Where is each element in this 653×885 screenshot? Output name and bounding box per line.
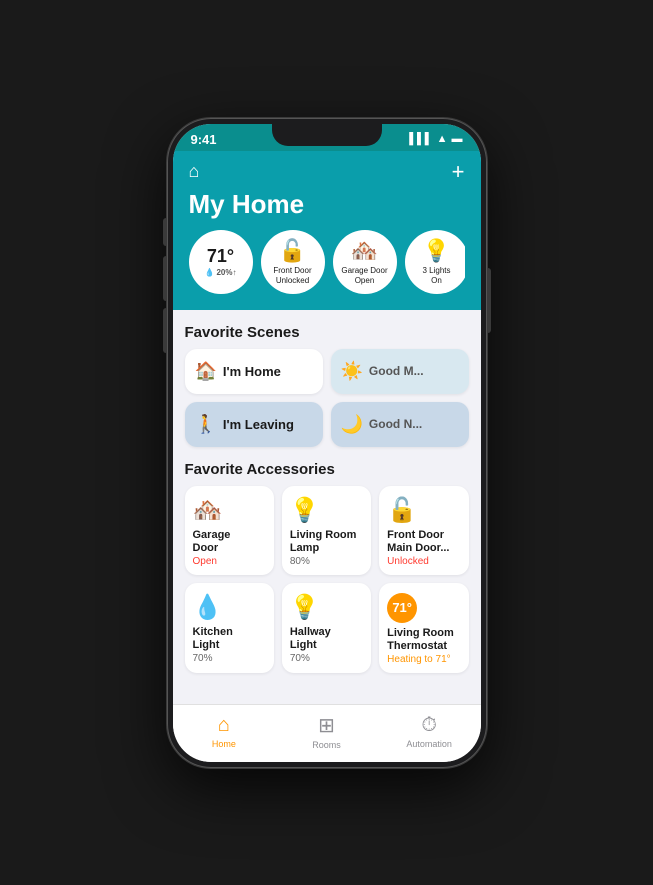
status-time: 9:41 — [191, 132, 217, 147]
accessory-scroll-row: 71° 💧 20%↑ 🔓 Front DoorUnlocked 🏘️ Garag… — [189, 230, 465, 296]
main-content: Favorite Scenes 🏠 I'm Home ☀️ Good M... … — [173, 310, 481, 704]
hallway-light-icon: 💡 — [290, 593, 363, 622]
header-area: ⌂ + My Home 71° 💧 20%↑ 🔓 Front DoorUnloc — [173, 151, 481, 310]
header-top: ⌂ + — [189, 159, 465, 185]
tab-home-label: Home — [212, 739, 236, 749]
temp-value: 71° — [207, 246, 234, 267]
kitchen-light-name: KitchenLight — [193, 626, 266, 652]
tab-automation-icon: ⏱ — [421, 714, 437, 737]
status-icons: ▌▌▌ ▲ ▬ — [409, 133, 462, 145]
front-door-bubble[interactable]: 🔓 Front DoorUnlocked — [261, 230, 325, 294]
thermostat-temp-value: 71° — [392, 600, 412, 615]
im-leaving-label: I'm Leaving — [223, 417, 294, 432]
im-leaving-scene-button[interactable]: 🚶 I'm Leaving — [185, 402, 323, 447]
scenes-section-title: Favorite Scenes — [185, 324, 469, 341]
im-leaving-icon: 🚶 — [195, 414, 217, 435]
im-home-icon: 🏠 — [195, 361, 217, 382]
tab-home-icon: ⌂ — [218, 714, 230, 737]
garage-door-bubble[interactable]: 🏘️ Garage DoorOpen — [333, 230, 397, 294]
page-title: My Home — [189, 189, 465, 220]
drop-icon: 💧 — [205, 268, 215, 277]
hallway-light-status: 70% — [290, 653, 363, 664]
front-door-card-icon: 🔓 — [387, 496, 460, 525]
im-home-scene-button[interactable]: 🏠 I'm Home — [185, 349, 323, 394]
garage-door-card-icon: 🏘️ — [193, 496, 266, 525]
kitchen-light-status: 70% — [193, 653, 266, 664]
wifi-icon: ▲ — [437, 133, 448, 145]
add-button[interactable]: + — [452, 159, 465, 185]
living-room-lamp-name: Living RoomLamp — [290, 529, 363, 555]
front-door-card-status: Unlocked — [387, 556, 460, 567]
humidity-value: 20%↑ — [216, 268, 236, 277]
tab-home[interactable]: ⌂ Home — [173, 714, 276, 749]
garage-door-card[interactable]: 🏘️ GarageDoor Open — [185, 486, 274, 575]
tab-automation[interactable]: ⏱ Automation — [378, 714, 481, 749]
thermostat-icon-wrap: 71° — [387, 593, 417, 623]
garage-door-card-status: Open — [193, 556, 266, 567]
garage-door-card-name: GarageDoor — [193, 529, 266, 555]
garage-door-label: Garage DoorOpen — [341, 266, 387, 285]
lights-bubble[interactable]: 💡 3 LightsOn — [405, 230, 465, 294]
lights-icon: 💡 — [423, 238, 450, 264]
phone-screen: 9:41 ▌▌▌ ▲ ▬ ⌂ + My Home 71° 💧 — [173, 124, 481, 762]
front-door-card-name: Front DoorMain Door... — [387, 529, 460, 555]
tab-bar: ⌂ Home ⊞ Rooms ⏱ Automation — [173, 704, 481, 762]
thermostat-card[interactable]: 71° Living RoomThermostat Heating to 71° — [379, 583, 468, 673]
good-morning-icon: ☀️ — [341, 361, 363, 382]
temperature-bubble[interactable]: 71° 💧 20%↑ — [189, 230, 253, 294]
silent-button — [163, 308, 167, 353]
volume-down-button — [163, 256, 167, 301]
home-header-icon[interactable]: ⌂ — [189, 161, 200, 182]
good-night-label: Good N... — [369, 417, 422, 431]
battery-icon: ▬ — [452, 133, 463, 145]
thermostat-status: Heating to 71° — [387, 654, 460, 665]
garage-door-icon: 🏘️ — [351, 238, 378, 264]
good-morning-label: Good M... — [369, 364, 424, 378]
good-night-icon: 🌙 — [341, 414, 363, 435]
kitchen-light-icon: 💧 — [193, 593, 266, 622]
living-room-lamp-icon: 💡 — [290, 496, 363, 525]
tab-rooms-label: Rooms — [312, 740, 341, 750]
thermostat-name: Living RoomThermostat — [387, 627, 460, 653]
kitchen-light-card[interactable]: 💧 KitchenLight 70% — [185, 583, 274, 673]
im-home-label: I'm Home — [223, 364, 281, 379]
phone-frame: 9:41 ▌▌▌ ▲ ▬ ⌂ + My Home 71° 💧 — [167, 118, 487, 768]
humidity-info: 💧 20%↑ — [205, 268, 237, 277]
scenes-grid: 🏠 I'm Home ☀️ Good M... 🚶 I'm Leaving 🌙 … — [185, 349, 469, 447]
front-door-label: Front DoorUnlocked — [273, 266, 311, 285]
living-room-lamp-card[interactable]: 💡 Living RoomLamp 80% — [282, 486, 371, 575]
power-button — [487, 268, 491, 333]
tab-rooms-icon: ⊞ — [318, 713, 335, 738]
good-night-scene-button[interactable]: 🌙 Good N... — [331, 402, 469, 447]
front-door-card[interactable]: 🔓 Front DoorMain Door... Unlocked — [379, 486, 468, 575]
hallway-light-name: HallwayLight — [290, 626, 363, 652]
lights-label: 3 LightsOn — [422, 266, 450, 285]
accessories-grid: 🏘️ GarageDoor Open 💡 Living RoomLamp 80%… — [185, 486, 469, 674]
tab-automation-label: Automation — [406, 739, 452, 749]
accessories-section-title: Favorite Accessories — [185, 461, 469, 478]
front-door-icon: 🔓 — [279, 238, 306, 264]
living-room-lamp-status: 80% — [290, 556, 363, 567]
tab-rooms[interactable]: ⊞ Rooms — [275, 713, 378, 750]
good-morning-scene-button[interactable]: ☀️ Good M... — [331, 349, 469, 394]
notch — [272, 124, 382, 146]
volume-up-button — [163, 218, 167, 246]
signal-icon: ▌▌▌ — [409, 133, 432, 145]
hallway-light-card[interactable]: 💡 HallwayLight 70% — [282, 583, 371, 673]
